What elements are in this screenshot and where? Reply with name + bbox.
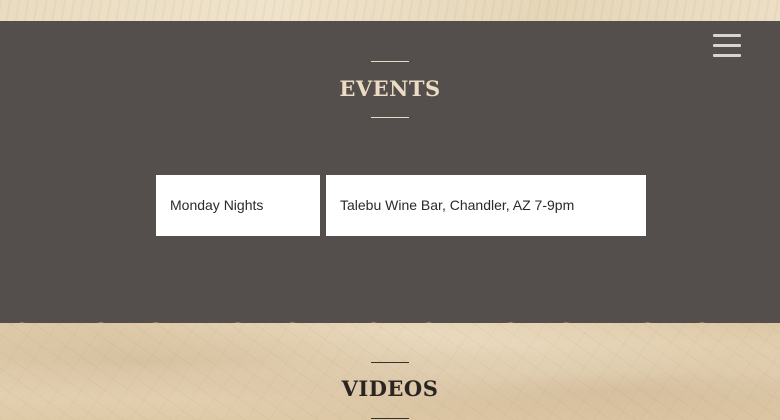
event-detail-cell: Talebu Wine Bar, Chandler, AZ 7-9pm [326,175,646,236]
menu-bar [713,34,741,37]
menu-bar [713,44,741,47]
top-parchment-strip [0,0,780,21]
events-title-bottom-rule [371,117,409,118]
videos-title-bottom-rule [371,418,409,419]
events-title-top-rule [371,61,409,62]
videos-title-top-rule [371,362,409,363]
events-title: EVENTS [339,76,441,101]
videos-title: VIDEOS [341,376,439,401]
event-date-cell: Monday Nights [156,175,320,236]
hamburger-menu-icon[interactable] [713,34,741,58]
events-section: EVENTS Monday Nights Talebu Wine Bar, Ch… [0,21,780,323]
menu-bar [713,54,741,57]
videos-section: VIDEOS [0,323,780,420]
